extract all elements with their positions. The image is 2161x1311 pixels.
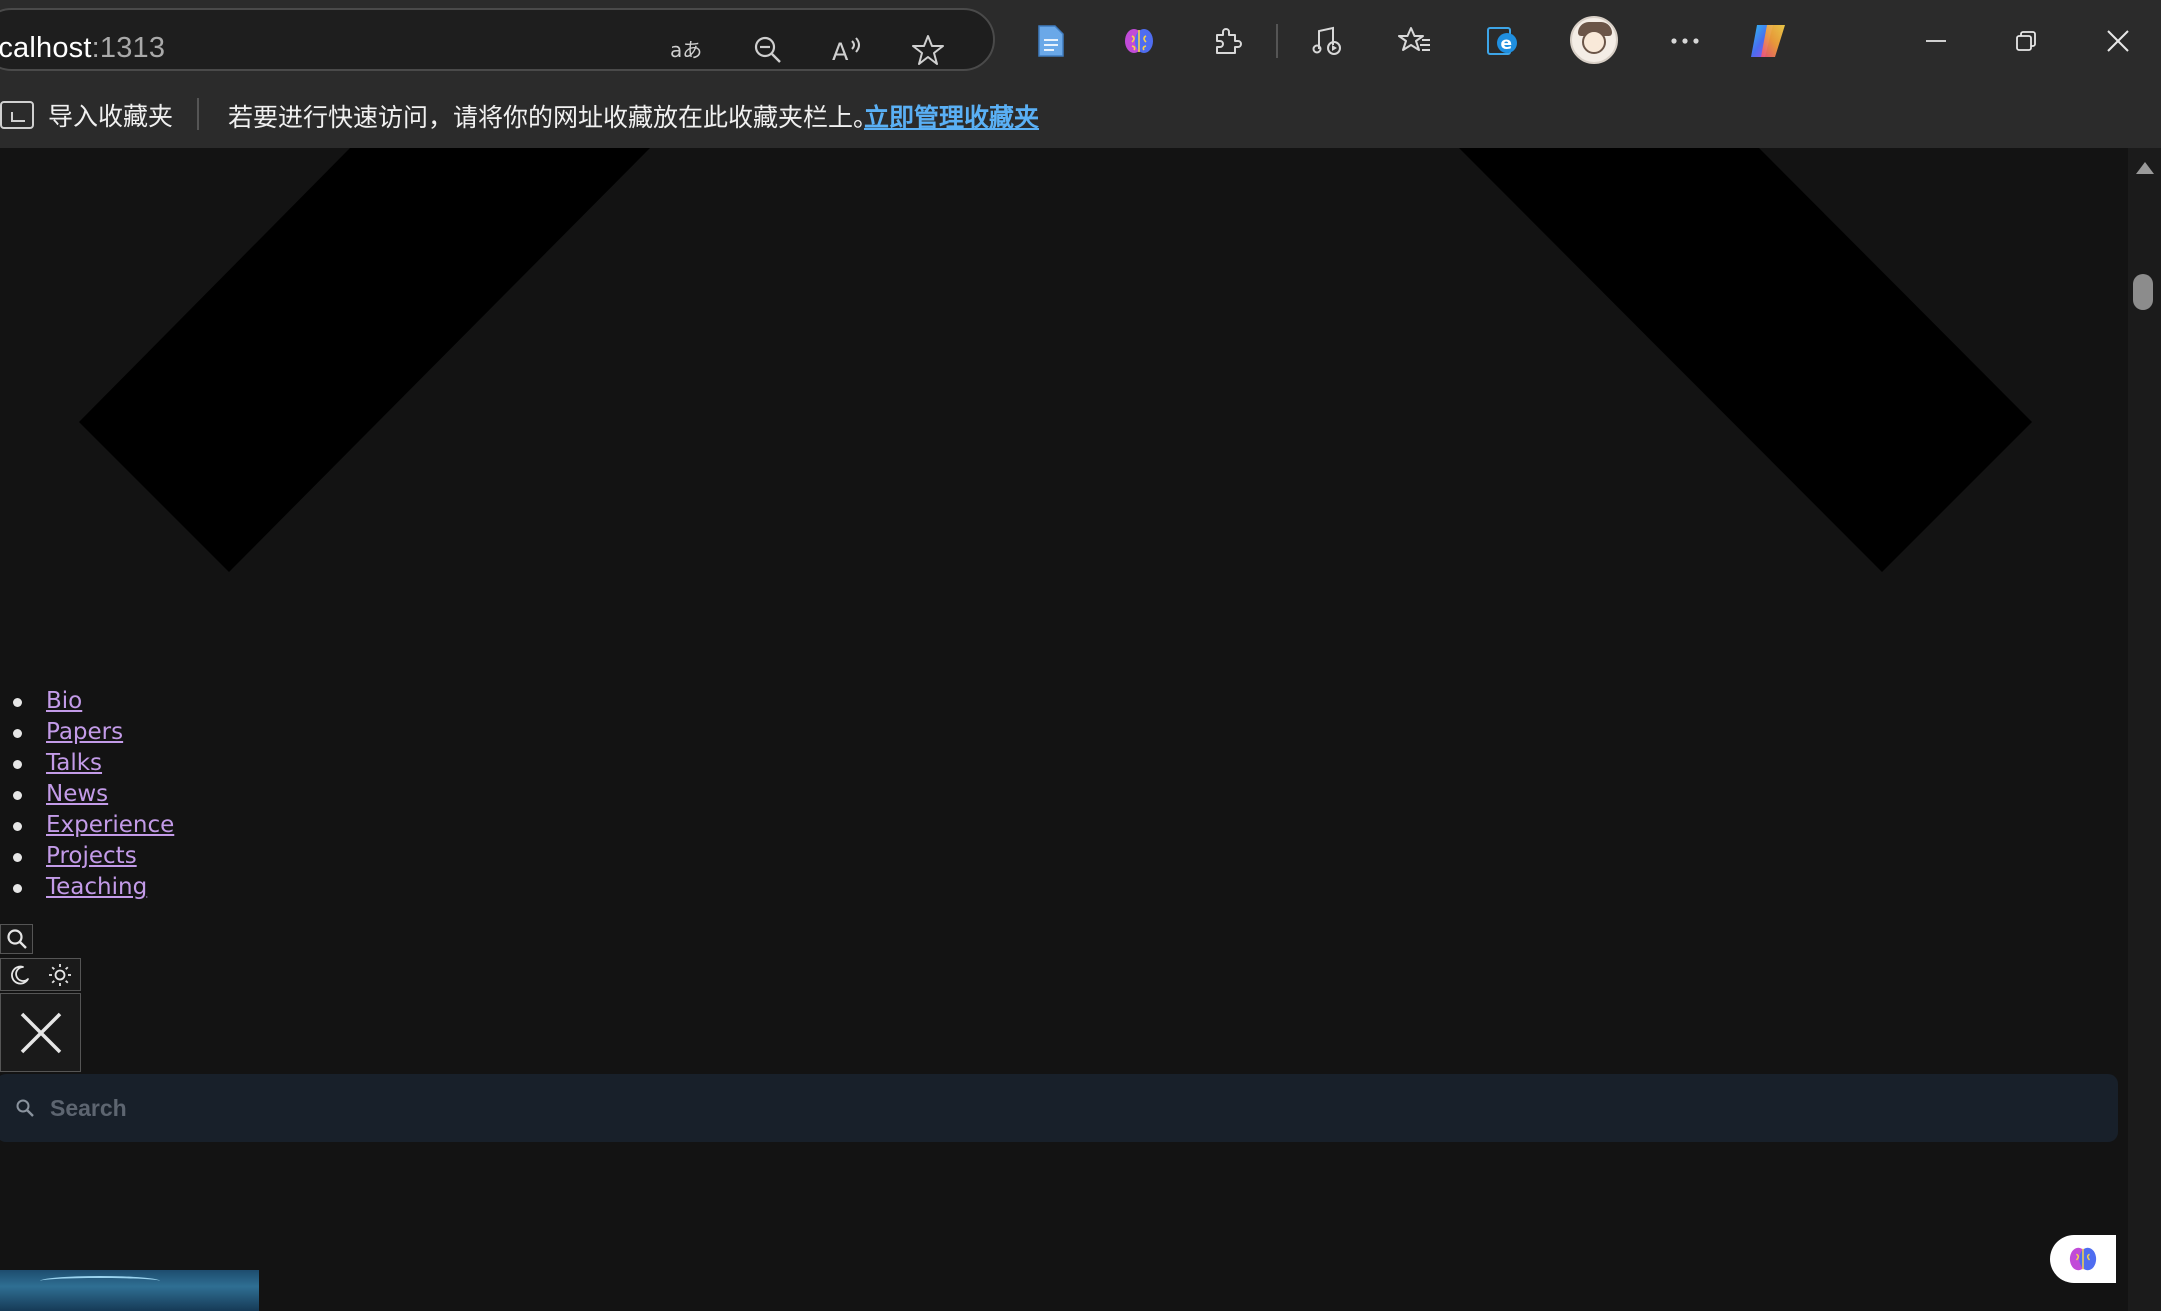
brain-extension-float-icon xyxy=(2069,1247,2097,1271)
import-icon xyxy=(0,101,34,129)
url-host: ocalhost xyxy=(0,32,92,64)
translate-icon[interactable]: aあ xyxy=(668,30,708,70)
search-input[interactable] xyxy=(50,1088,2118,1128)
menu-close-button[interactable] xyxy=(0,993,81,1072)
restore-icon[interactable] xyxy=(1996,16,2056,66)
page-viewport: Bio Papers Talks News Experience Project… xyxy=(0,148,2128,1311)
extensions-icon[interactable] xyxy=(1202,16,1252,66)
sun-icon xyxy=(48,963,71,986)
nav-item-projects: Projects xyxy=(0,841,174,872)
url-text[interactable]: ocalhost:1313 xyxy=(0,32,165,65)
nav-item-experience: Experience xyxy=(0,810,174,841)
nav-link-papers[interactable]: Papers xyxy=(46,719,123,745)
svg-text:e: e xyxy=(1501,34,1513,54)
ie-mode-icon[interactable]: e xyxy=(1478,16,1528,66)
brain-extension-icon[interactable] xyxy=(1114,16,1164,66)
favorites-bar: 导入收藏夹 若要进行快速访问，请将你的网址收藏放在此收藏夹栏上。 立即管理收藏夹 xyxy=(0,80,2161,148)
more-icon[interactable] xyxy=(1660,16,1710,66)
nav-link-experience[interactable]: Experience xyxy=(46,812,174,838)
svg-text:aあ: aあ xyxy=(670,38,702,62)
import-favorites-label: 导入收藏夹 xyxy=(48,103,174,131)
url-port: :1313 xyxy=(91,32,166,64)
close-icon[interactable] xyxy=(2088,16,2148,66)
hero-decoration xyxy=(79,148,2032,572)
document-icon[interactable] xyxy=(1026,16,1076,66)
theme-toggle-button[interactable] xyxy=(0,958,81,991)
hero-image xyxy=(0,1270,259,1311)
nav-item-talks: Talks xyxy=(0,748,174,779)
sidebar-brain-button[interactable] xyxy=(2050,1235,2116,1283)
nav-link-news[interactable]: News xyxy=(46,781,108,807)
zoom-out-icon[interactable] xyxy=(748,30,788,70)
scroll-up-arrow-icon[interactable] xyxy=(2136,162,2154,174)
import-favorites-button[interactable]: 导入收藏夹 xyxy=(0,98,173,132)
nav-item-bio: Bio xyxy=(0,686,174,717)
nav-item-news: News xyxy=(0,779,174,810)
page-scrollbar[interactable] xyxy=(2128,148,2161,1311)
search-field-icon xyxy=(12,1095,38,1121)
nav-link-bio[interactable]: Bio xyxy=(46,688,82,714)
favorite-star-icon[interactable] xyxy=(908,30,948,70)
close-menu-icon xyxy=(20,1012,61,1053)
left-diamond-shape xyxy=(79,148,650,572)
address-bar[interactable]: ocalhost:1313 aあ A xyxy=(0,8,995,71)
manage-favorites-link[interactable]: 立即管理收藏夹 xyxy=(864,98,1039,134)
scroll-thumb[interactable] xyxy=(2133,274,2153,310)
nav-link-teaching[interactable]: Teaching xyxy=(46,874,147,900)
search-box xyxy=(0,1074,2118,1142)
browser-title-bar: ocalhost:1313 aあ A e xyxy=(0,0,2161,80)
copilot-icon[interactable] xyxy=(1744,16,1794,66)
right-diamond-shape xyxy=(1459,148,2032,572)
search-icon xyxy=(6,929,27,949)
minimize-icon[interactable] xyxy=(1906,16,1966,66)
nav-link-projects[interactable]: Projects xyxy=(46,843,137,869)
media-icon[interactable] xyxy=(1302,16,1352,66)
nav-link-talks[interactable]: Talks xyxy=(46,750,102,776)
nav-item-teaching: Teaching xyxy=(0,872,174,903)
toolbar-divider xyxy=(1276,24,1278,58)
favorites-icon[interactable] xyxy=(1390,16,1440,66)
favorites-divider xyxy=(197,98,199,130)
nav-item-papers: Papers xyxy=(0,717,174,748)
moon-icon xyxy=(11,965,30,984)
read-aloud-icon[interactable]: A xyxy=(828,30,868,70)
svg-text:A: A xyxy=(832,38,849,65)
main-nav: Bio Papers Talks News Experience Project… xyxy=(0,686,174,903)
search-toggle-button[interactable] xyxy=(0,924,33,954)
profile-avatar[interactable] xyxy=(1570,16,1618,64)
favorites-hint-text: 若要进行快速访问，请将你的网址收藏放在此收藏夹栏上。 xyxy=(228,104,879,132)
